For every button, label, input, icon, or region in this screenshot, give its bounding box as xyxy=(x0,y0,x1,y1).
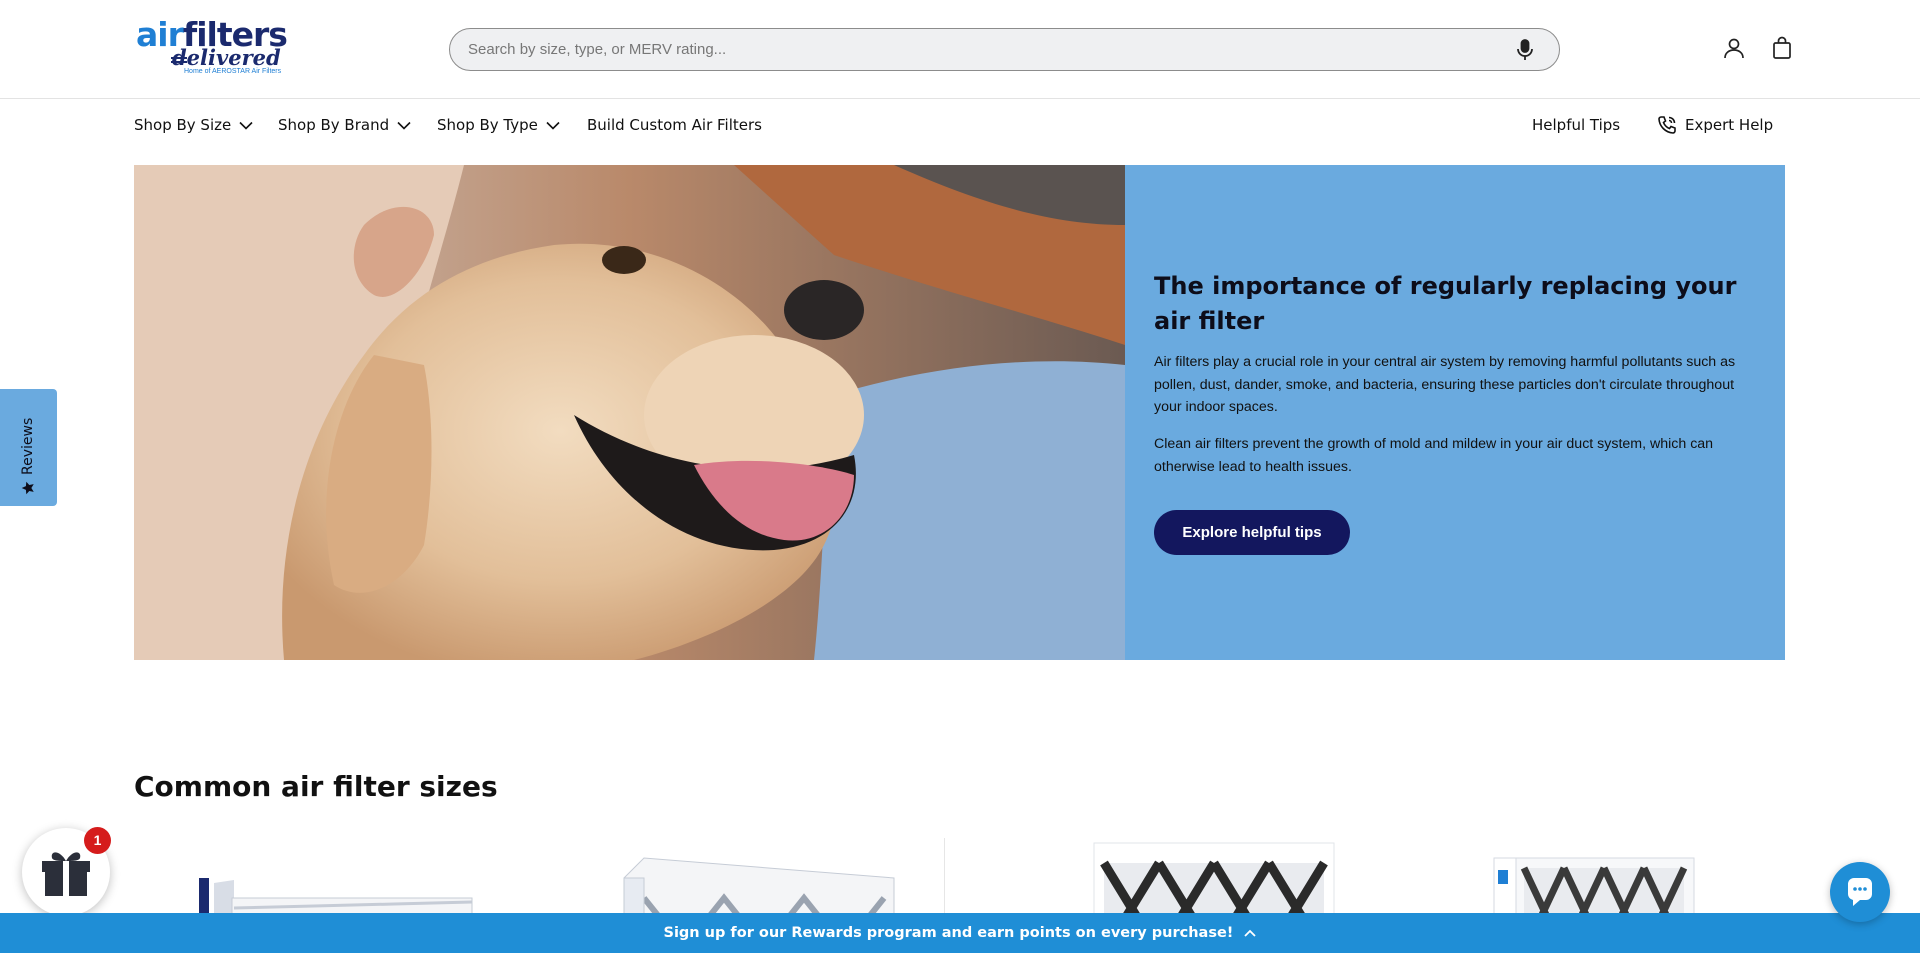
chevron-down-icon xyxy=(546,121,560,130)
logo-delivered: delivered xyxy=(172,45,281,70)
star-icon xyxy=(21,481,34,495)
nav-expert-help[interactable]: Expert Help xyxy=(1657,114,1773,136)
nav-label: Shop By Brand xyxy=(278,116,390,134)
nav-label: Shop By Type xyxy=(437,116,538,134)
chevron-down-icon xyxy=(397,121,411,130)
chat-button[interactable] xyxy=(1830,862,1890,922)
nav-label: Expert Help xyxy=(1685,116,1774,134)
search-input[interactable] xyxy=(468,29,1468,70)
explore-helpful-tips-button[interactable]: Explore helpful tips xyxy=(1154,510,1350,555)
nav-helpful-tips[interactable]: Helpful Tips xyxy=(1532,114,1620,136)
microphone-icon[interactable] xyxy=(1515,39,1535,61)
chevron-down-icon xyxy=(239,121,253,130)
search-bar xyxy=(449,28,1560,71)
nav-build-custom[interactable]: Build Custom Air Filters xyxy=(587,114,762,136)
notification-badge: 1 xyxy=(84,827,111,854)
user-icon[interactable] xyxy=(1722,36,1746,60)
logo-tagline: Home of AEROSTAR Air Filters xyxy=(184,68,282,75)
site-header: airfilters delivered Home of AEROSTAR Ai… xyxy=(0,0,1920,99)
main-nav: Shop By Size Shop By Brand Shop By Type … xyxy=(0,100,1920,164)
rewards-bar-text: Sign up for our Rewards program and earn… xyxy=(663,925,1234,941)
nav-shop-by-brand[interactable]: Shop By Brand xyxy=(278,114,411,136)
section-title-common-sizes: Common air filter sizes xyxy=(134,770,498,803)
reviews-tab-label: Reviews xyxy=(20,417,36,475)
rewards-signup-bar[interactable]: Sign up for our Rewards program and earn… xyxy=(0,913,1920,953)
hero-paragraph-2: Clean air filters prevent the growth of … xyxy=(1154,436,1714,475)
phone-icon xyxy=(1658,116,1676,134)
hero-paragraph-1: Air filters play a crucial role in your … xyxy=(1154,354,1736,415)
hero-content-panel: The importance of regularly replacing yo… xyxy=(1125,165,1785,660)
reviews-tab-content: Reviews xyxy=(20,399,36,495)
nav-label: Shop By Size xyxy=(134,116,232,134)
hero-title: The importance of regularly replacing yo… xyxy=(1154,272,1737,335)
nav-shop-by-type[interactable]: Shop By Type xyxy=(437,114,560,136)
reviews-tab[interactable]: Reviews xyxy=(0,389,57,506)
nav-label: Build Custom Air Filters xyxy=(587,116,762,134)
hero-image-dog xyxy=(134,165,1125,660)
shopping-bag-icon[interactable] xyxy=(1770,36,1794,60)
chat-icon xyxy=(1847,878,1872,906)
site-logo[interactable]: airfilters delivered Home of AEROSTAR Ai… xyxy=(136,18,288,78)
nav-label: Helpful Tips xyxy=(1532,116,1621,134)
chevron-up-icon xyxy=(1244,929,1257,937)
nav-shop-by-size[interactable]: Shop By Size xyxy=(134,114,253,136)
